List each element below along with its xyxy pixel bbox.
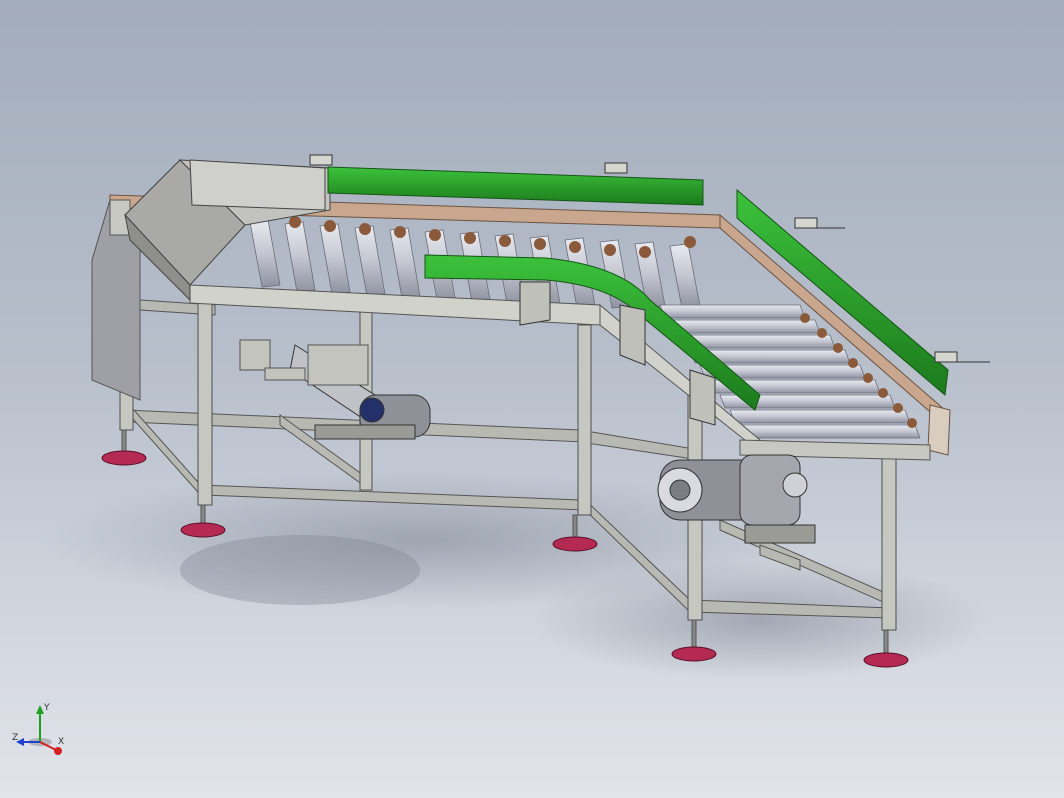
z-axis-label: Z [12, 733, 18, 743]
conveyor-model[interactable] [0, 0, 1064, 798]
coordinate-triad: Y Z X [12, 703, 64, 755]
x-axis-label: X [58, 737, 64, 747]
cad-viewport[interactable]: Y Z X [0, 0, 1064, 798]
y-axis-label: Y [43, 703, 50, 713]
